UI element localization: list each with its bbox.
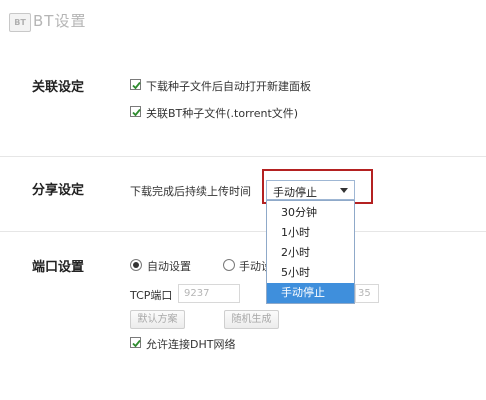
udp-port-input[interactable]: 35 [355, 284, 379, 303]
association-section-title: 关联设定 [32, 80, 85, 95]
port-section-title: 端口设置 [32, 260, 85, 275]
bt-logo-icon: BT [9, 13, 31, 32]
seed-time-option-5h[interactable]: 5小时 [267, 263, 354, 283]
seed-time-option-2h[interactable]: 2小时 [267, 243, 354, 263]
sharing-section-title: 分享设定 [32, 183, 85, 198]
auto-port-label: 自动设置 [147, 260, 191, 273]
check-mark-icon [132, 81, 141, 90]
dht-label: 允许连接DHT网络 [146, 338, 236, 351]
seed-time-label: 下载完成后持续上传时间 [130, 185, 251, 198]
auto-port-radio[interactable] [130, 259, 142, 271]
auto-open-panel-label: 下载种子文件后自动打开新建面板 [146, 80, 311, 93]
page-title: BT设置 [33, 12, 87, 30]
auto-open-panel-checkbox[interactable] [130, 79, 141, 90]
check-mark-icon [132, 108, 141, 117]
seed-time-option-30min[interactable]: 30分钟 [267, 203, 354, 223]
check-mark-icon [132, 339, 141, 348]
section-divider [355, 231, 486, 232]
section-divider [0, 231, 266, 232]
seed-time-option-1h[interactable]: 1小时 [267, 223, 354, 243]
seed-time-dropdown-list: 30分钟 1小时 2小时 5小时 手动停止 [266, 200, 355, 304]
random-generate-button[interactable]: 随机生成 [224, 310, 279, 329]
dht-checkbox[interactable] [130, 337, 141, 348]
seed-time-select[interactable]: 手动停止 [266, 180, 355, 200]
tcp-port-label: TCP端口 [130, 289, 173, 302]
chevron-down-icon [340, 188, 348, 193]
manual-port-radio[interactable] [223, 259, 235, 271]
associate-torrent-checkbox[interactable] [130, 106, 141, 117]
seed-time-option-manual-stop[interactable]: 手动停止 [267, 283, 354, 303]
seed-time-selected-value: 手动停止 [273, 186, 317, 199]
tcp-port-input[interactable]: 9237 [178, 284, 240, 303]
associate-torrent-label: 关联BT种子文件(.torrent文件) [146, 107, 299, 120]
radio-selected-dot [133, 262, 139, 268]
default-scheme-button[interactable]: 默认方案 [130, 310, 185, 329]
section-divider [0, 156, 486, 157]
